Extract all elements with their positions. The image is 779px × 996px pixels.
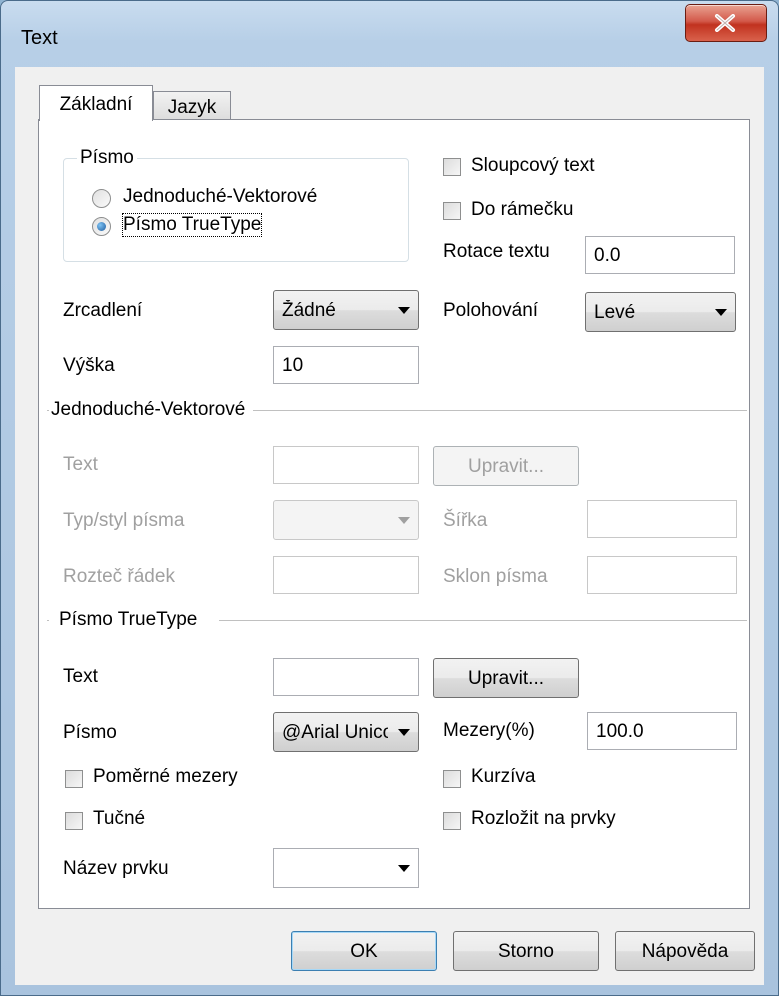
radio-truetype[interactable] <box>92 217 111 236</box>
rotation-value: 0.0 <box>594 245 621 266</box>
mirror-label: Zrcadlení <box>63 300 143 321</box>
dialog-window: Text Základní Jazyk Písmo Jednoduché-Vek… <box>0 0 779 996</box>
cancel-label: Storno <box>498 941 554 962</box>
width-label: Šířka <box>443 510 488 531</box>
mirror-select[interactable]: Žádné <box>273 290 419 330</box>
ok-label: OK <box>350 941 378 962</box>
height-input[interactable]: 10 <box>273 346 419 384</box>
radio-vector[interactable] <box>92 189 111 208</box>
tab-jazyk-label: Jazyk <box>167 97 217 118</box>
help-button[interactable]: Nápověda <box>615 931 755 971</box>
alignment-value: Levé <box>594 302 636 323</box>
spacing-label: Mezery(%) <box>443 720 535 741</box>
slant-label: Sklon písma <box>443 566 548 587</box>
height-label: Výška <box>63 355 115 376</box>
element-name-select[interactable] <box>273 848 419 888</box>
vector-edit-label: Upravit... <box>467 456 545 477</box>
mirror-value: Žádné <box>282 300 336 321</box>
radio-truetype-label: Písmo TrueType <box>121 213 263 237</box>
font-group-label: Písmo <box>77 147 137 169</box>
font-style-label: Typ/styl písma <box>63 510 185 531</box>
vector-text-label: Text <box>63 454 98 475</box>
proportional-label: Poměrné mezery <box>93 766 238 787</box>
close-icon <box>715 14 735 32</box>
truetype-edit-button[interactable]: Upravit... <box>433 658 579 698</box>
slant-input[interactable] <box>587 556 737 594</box>
font-label: Písmo <box>63 722 117 743</box>
bold-label: Tučné <box>93 808 146 829</box>
rotation-label: Rotace textu <box>443 241 550 262</box>
dialog-client-area: Základní Jazyk Písmo Jednoduché-Vektorov… <box>15 67 764 985</box>
radio-vector-label: Jednoduché-Vektorové <box>123 186 318 207</box>
alignment-select[interactable]: Levé <box>585 292 736 332</box>
checkbox-italic[interactable] <box>443 770 461 788</box>
spacing-value: 100.0 <box>596 721 644 742</box>
close-button[interactable] <box>685 4 767 42</box>
truetype-edit-label: Upravit... <box>467 668 545 689</box>
chevron-down-icon <box>398 729 410 736</box>
chevron-down-icon <box>398 865 410 872</box>
ok-button[interactable]: OK <box>291 931 437 971</box>
vector-text-input[interactable] <box>273 446 419 484</box>
line-spacing-input[interactable] <box>273 556 419 594</box>
tab-zakladni-label: Základní <box>59 94 133 115</box>
font-value: @Arial Unicode MS <box>282 722 388 743</box>
checkbox-column-text[interactable] <box>443 158 461 176</box>
font-groupbox <box>63 158 409 262</box>
line-spacing-label: Rozteč řádek <box>63 566 175 587</box>
element-name-label: Název prvku <box>63 858 169 879</box>
checkbox-bold[interactable] <box>65 812 83 830</box>
vector-edit-button[interactable]: Upravit... <box>433 446 579 486</box>
checkbox-proportional[interactable] <box>65 770 83 788</box>
window-title: Text <box>21 27 58 49</box>
title-bar[interactable]: Text <box>1 1 778 67</box>
italic-label: Kurzíva <box>471 766 536 787</box>
column-text-label: Sloupcový text <box>471 155 595 176</box>
truetype-text-label: Text <box>63 666 98 687</box>
in-frame-label: Do rámečku <box>471 199 574 220</box>
chevron-down-icon <box>398 307 410 314</box>
alignment-label: Polohování <box>443 300 539 321</box>
vector-section-title: Jednoduché-Vektorové <box>49 399 254 421</box>
rotation-input[interactable]: 0.0 <box>585 236 735 274</box>
tab-zakladni[interactable]: Základní <box>39 85 153 121</box>
truetype-section-title: Písmo TrueType <box>49 609 220 631</box>
explode-label: Rozložit na prvky <box>471 808 616 829</box>
font-select[interactable]: @Arial Unicode MS <box>273 712 419 752</box>
width-input[interactable] <box>587 500 737 538</box>
height-value: 10 <box>282 355 304 376</box>
help-label: Nápověda <box>641 941 729 962</box>
tab-panel: Písmo Jednoduché-Vektorové Písmo TrueTyp… <box>38 119 750 909</box>
chevron-down-icon <box>715 309 727 316</box>
tab-jazyk[interactable]: Jazyk <box>153 91 231 121</box>
chevron-down-icon <box>398 517 410 524</box>
spacing-input[interactable]: 100.0 <box>587 712 737 750</box>
checkbox-explode[interactable] <box>443 812 461 830</box>
cancel-button[interactable]: Storno <box>453 931 599 971</box>
checkbox-in-frame[interactable] <box>443 202 461 220</box>
font-style-select[interactable] <box>273 500 419 540</box>
truetype-text-input[interactable] <box>273 658 419 696</box>
